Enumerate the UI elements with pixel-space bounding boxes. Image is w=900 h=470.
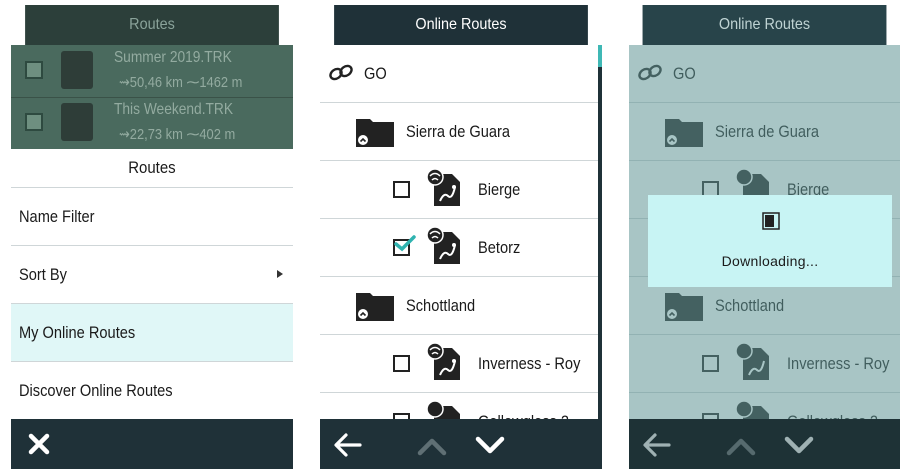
route-label: Inverness - Roy [478, 353, 581, 373]
dialog-message: Downloading... [721, 253, 819, 269]
folder-label: Sierra de Guara [406, 121, 511, 141]
link-icon [329, 64, 353, 81]
folder-row-sierra-de-guara[interactable]: Sierra de Guara [629, 103, 900, 161]
checkbox-icon [25, 113, 43, 131]
downloading-screen: Online Routes GO Sierra de Guara Bierge [629, 5, 900, 469]
back-arrow-icon[interactable] [641, 431, 673, 459]
folder-label: Schottland [406, 295, 476, 315]
route-file-icon [426, 168, 460, 206]
route-row-bierge[interactable]: Bierge [320, 161, 598, 219]
route-label: Inverness - Roy [787, 353, 890, 373]
chevron-down-icon[interactable] [474, 431, 506, 459]
routes-context-menu: Routes Name Filter Sort By My Online Rou… [11, 149, 293, 420]
background-route-list: Summer 2019.TRK ⇝50,46 km ⁓1462 m This W… [11, 45, 293, 150]
route-file-icon [61, 51, 93, 89]
title-bar: Online Routes [642, 5, 887, 45]
title-bar: Online Routes [334, 5, 588, 45]
group-label: GO [673, 63, 696, 83]
downloading-dialog: Downloading... [648, 195, 892, 287]
bottom-bar [11, 419, 293, 469]
scrollbar-track[interactable] [598, 67, 602, 419]
route-file-icon [735, 342, 769, 380]
route-row-betorz[interactable]: Betorz [320, 219, 598, 277]
name-filter-menu-item[interactable]: Name Filter [11, 188, 293, 246]
menu-item-label: Sort By [19, 264, 67, 284]
route-name: Summer 2019.TRK [114, 49, 232, 66]
close-icon[interactable] [27, 432, 51, 456]
route-row-inverness-roy[interactable]: Inverness - Roy [629, 335, 900, 393]
loading-spinner-icon [762, 212, 780, 230]
folder-row-sierra-de-guara[interactable]: Sierra de Guara [320, 103, 598, 161]
chevron-right-icon [277, 270, 283, 278]
menu-item-label: Name Filter [19, 206, 95, 226]
menu-item-label: My Online Routes [19, 322, 136, 342]
folder-icon [356, 293, 394, 321]
checkbox-unchecked[interactable] [393, 181, 410, 198]
group-label: GO [364, 63, 387, 83]
chevron-down-icon[interactable] [783, 431, 815, 459]
my-online-routes-menu-item[interactable]: My Online Routes [11, 304, 293, 362]
route-stats: ⇝22,73 km ⁓402 m [119, 126, 236, 143]
list-item: This Weekend.TRK ⇝22,73 km ⁓402 m [11, 97, 293, 150]
folder-icon [356, 119, 394, 147]
screen-title: Online Routes [718, 16, 811, 33]
title-bar: Routes [25, 5, 279, 45]
route-file-icon [426, 342, 460, 380]
sort-by-menu-item[interactable]: Sort By [11, 246, 293, 304]
folder-label: Sierra de Guara [715, 121, 820, 141]
group-row-go[interactable]: GO [320, 45, 598, 103]
route-label: Bierge [478, 179, 521, 199]
checkbox-icon [25, 61, 43, 79]
group-row-go[interactable]: GO [629, 45, 900, 103]
back-arrow-icon[interactable] [332, 431, 364, 459]
route-file-icon [426, 226, 460, 264]
route-file-icon [61, 103, 93, 141]
list-item: Summer 2019.TRK ⇝50,46 km ⁓1462 m [11, 45, 293, 98]
bottom-bar [629, 419, 900, 469]
routes-screen: Routes Summer 2019.TRK ⇝50,46 km ⁓1462 m… [11, 5, 293, 469]
menu-title: Routes [11, 149, 293, 188]
route-label: Betorz [478, 237, 521, 257]
menu-title-text: Routes [128, 158, 176, 177]
screen-title: Routes [129, 16, 175, 33]
route-row-inverness-roy[interactable]: Inverness - Roy [320, 335, 598, 393]
checkbox-unchecked[interactable] [702, 355, 719, 372]
chevron-up-icon[interactable] [416, 431, 448, 459]
link-icon [638, 64, 662, 81]
folder-icon [665, 119, 703, 147]
route-stats: ⇝50,46 km ⁓1462 m [119, 74, 243, 91]
menu-item-label: Discover Online Routes [19, 380, 173, 400]
folder-icon [665, 293, 703, 321]
online-routes-screen: Online Routes GO Sierra de Guara Bierge [320, 5, 602, 469]
bottom-bar [320, 419, 602, 469]
checkmark-icon [394, 235, 416, 252]
folder-row-schottland[interactable]: Schottland [320, 277, 598, 335]
checkbox-unchecked[interactable] [393, 355, 410, 372]
folder-label: Schottland [715, 295, 785, 315]
scrollbar-thumb[interactable] [598, 45, 602, 67]
screen-title: Online Routes [415, 16, 507, 33]
chevron-up-icon[interactable] [725, 431, 757, 459]
route-name: This Weekend.TRK [114, 101, 234, 118]
discover-online-routes-menu-item[interactable]: Discover Online Routes [11, 362, 293, 420]
